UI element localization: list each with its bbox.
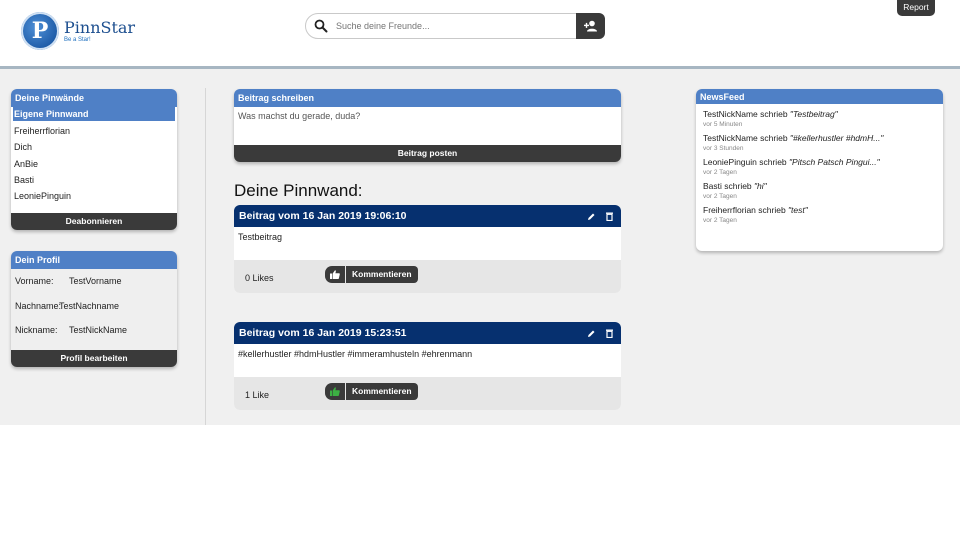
post-footer: 1 Like Kommentieren — [234, 377, 621, 410]
top-bar: P PinnStar Be a Star! Report — [0, 0, 960, 66]
newsfeed-item[interactable]: LeoniePinguin schrieb "Pitsch Patsch Pin… — [696, 155, 943, 177]
newsfeed-time: vor 2 Tagen — [703, 217, 737, 224]
search-icon — [314, 19, 328, 33]
column-divider — [205, 88, 206, 425]
report-button[interactable]: Report — [897, 0, 935, 16]
delete-icon[interactable] — [606, 212, 613, 221]
newsfeed-time: vor 3 Stunden — [703, 145, 744, 152]
pinwand-item-eigene[interactable]: Eigene Pinnwand — [13, 107, 175, 121]
newsfeed-time: vor 2 Tagen — [703, 193, 737, 200]
pinwaende-list: Eigene Pinnwand Freiherrflorian Dich AnB… — [11, 107, 177, 204]
newsfeed-item[interactable]: Freiherrflorian schrieb "test" vor 2 Tag… — [696, 203, 943, 225]
pinwaende-title: Deine Pinwände — [11, 89, 177, 107]
profile-row-nachname: Nachname:TestNachname — [11, 293, 177, 319]
edit-profile-button[interactable]: Profil bearbeiten — [11, 350, 177, 367]
newsfeed-item[interactable]: Basti schrieb "hi" vor 2 Tagen — [696, 179, 943, 201]
profile-nickname-value: TestNickName — [69, 325, 128, 336]
profile-row-vorname: Vorname: TestVorname — [11, 269, 177, 294]
thumbs-up-icon — [330, 387, 340, 396]
pinwand-item-basti[interactable]: Basti — [11, 172, 177, 188]
post-body: #kellerhustler #hdmHustler #immeramhuste… — [234, 344, 621, 377]
add-friend-button[interactable] — [576, 13, 605, 39]
edit-icon[interactable] — [587, 329, 596, 338]
newsfeed-time: vor 5 Minuten — [703, 121, 743, 128]
comment-button[interactable]: Kommentieren — [346, 383, 418, 400]
thumbs-up-icon — [330, 270, 340, 279]
unsubscribe-button[interactable]: Deabonnieren — [11, 213, 177, 230]
post-text-input[interactable]: Was machst du gerade, duda? — [234, 107, 621, 141]
post-card: Beitrag vom 16 Jan 2019 19:06:10 Testbei… — [234, 205, 621, 293]
like-count: 1 Like — [245, 390, 270, 400]
pinwaende-card: Deine Pinwände Eigene Pinnwand Freiherrf… — [11, 89, 177, 230]
logo-icon: P — [21, 12, 59, 50]
comment-button[interactable]: Kommentieren — [346, 266, 418, 283]
profile-card: Dein Profil Vorname: TestVorname Nachname… — [11, 251, 177, 367]
newsfeed-time: vor 2 Tagen — [703, 169, 737, 176]
composer-card: Beitrag schreiben Was machst du gerade, … — [234, 89, 621, 162]
add-user-icon — [584, 20, 597, 32]
like-button[interactable] — [325, 266, 345, 283]
search-box — [305, 13, 577, 39]
app-tagline: Be a Star! — [64, 36, 91, 43]
post-card: Beitrag vom 16 Jan 2019 15:23:51 #keller… — [234, 322, 621, 410]
wall-title: Deine Pinnwand: — [234, 181, 363, 200]
composer-title: Beitrag schreiben — [234, 89, 621, 107]
post-submit-button[interactable]: Beitrag posten — [234, 145, 621, 162]
newsfeed-item[interactable]: TestNickName schrieb "#kellerhustler #hd… — [696, 131, 943, 153]
profile-vorname-value: TestVorname — [69, 276, 122, 286]
edit-icon[interactable] — [587, 212, 596, 221]
like-button[interactable] — [325, 383, 345, 400]
delete-icon[interactable] — [606, 329, 613, 338]
pinwand-item-dich[interactable]: Dich — [11, 139, 177, 155]
pinwand-item-anbie[interactable]: AnBie — [11, 156, 177, 172]
profile-title: Dein Profil — [11, 251, 177, 269]
newsfeed-item[interactable]: TestNickName schrieb "Testbeitrag" vor 5… — [696, 107, 943, 129]
pinwand-item-freiherrflorian[interactable]: Freiherrflorian — [11, 123, 177, 139]
profile-nachname-value: TestNachname — [59, 300, 120, 311]
newsfeed-title: NewsFeed — [696, 89, 943, 104]
logo[interactable]: P PinnStar Be a Star! — [21, 12, 135, 50]
post-body: Testbeitrag — [234, 227, 621, 260]
search-input[interactable] — [334, 20, 558, 32]
post-header: Beitrag vom 16 Jan 2019 19:06:10 — [234, 205, 621, 227]
app-name: PinnStar — [64, 17, 136, 37]
post-footer: 0 Likes Kommentieren — [234, 260, 621, 293]
post-header: Beitrag vom 16 Jan 2019 15:23:51 — [234, 322, 621, 344]
profile-row-nickname: Nickname: TestNickName — [11, 318, 177, 344]
like-count: 0 Likes — [245, 273, 274, 283]
pinwand-item-leoniepinguin[interactable]: LeoniePinguin — [11, 188, 177, 204]
newsfeed-card: NewsFeed TestNickName schrieb "Testbeitr… — [696, 89, 943, 251]
